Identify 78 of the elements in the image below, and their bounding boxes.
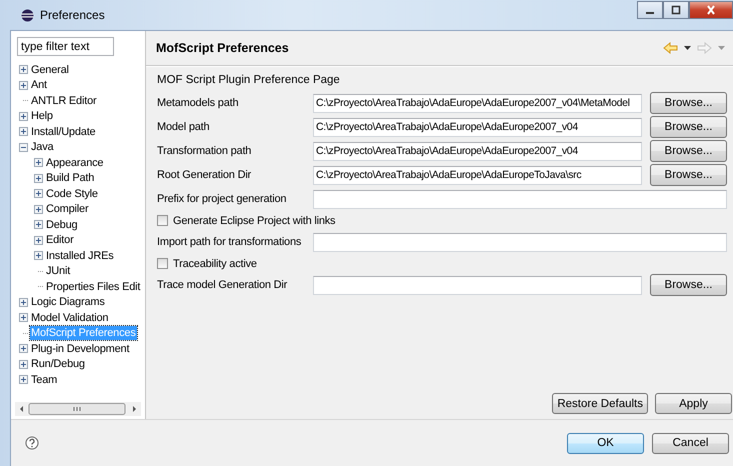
expand-icon[interactable] [19, 298, 28, 307]
expand-icon[interactable] [34, 236, 43, 245]
expand-icon[interactable] [19, 344, 28, 354]
tree-item[interactable]: Editor [45, 233, 75, 248]
minimize-button[interactable] [637, 1, 663, 19]
tree-item[interactable]: Code Style [45, 186, 99, 201]
tree-item[interactable]: Debug [45, 218, 78, 232]
expand-icon[interactable] [19, 80, 28, 90]
tree-item[interactable]: Installed JREs [45, 248, 115, 263]
browse-button[interactable]: Browse... [650, 164, 727, 186]
input-field[interactable]: C:\zProyecto\AreaTrabajo\AdaEurope\AdaEurope2007_v04 [313, 142, 642, 160]
tree-item[interactable]: Ant [30, 78, 48, 92]
field-label: Metamodels path [157, 96, 240, 110]
tree-item[interactable]: ANTLR Editor [30, 94, 98, 108]
dialog-button[interactable]: OK [567, 432, 644, 454]
browse-button[interactable]: Browse... [650, 274, 727, 296]
input-field[interactable] [313, 232, 727, 252]
close-button[interactable] [689, 1, 733, 19]
maximize-icon [671, 5, 681, 15]
field-label: Import path for transformations [157, 235, 302, 249]
tree-item[interactable]: Install/Update [30, 124, 96, 139]
expand-icon[interactable] [34, 251, 43, 260]
app-icon [21, 8, 34, 22]
minimize-icon [646, 12, 654, 14]
expand-icon[interactable] [34, 189, 43, 198]
field-label: Model path [157, 120, 210, 134]
expand-icon[interactable] [19, 360, 28, 369]
browse-button[interactable]: Browse... [650, 116, 727, 138]
field-label: Trace model Generation Dir [157, 278, 288, 292]
browse-button[interactable]: Browse... [650, 92, 727, 114]
expand-icon[interactable] [34, 158, 43, 168]
page-title: MofScript Preferences [156, 41, 290, 55]
page-button[interactable]: Apply [655, 393, 732, 414]
tree-item[interactable]: Plug-in Development [30, 342, 130, 356]
field-label: Root Generation Dir [157, 168, 252, 182]
input-field[interactable]: C:\zProyecto\AreaTrabajo\AdaEurope\AdaEuropeToJava\src [313, 166, 642, 184]
close-icon [706, 5, 716, 15]
input-field[interactable]: C:\zProyecto\AreaTrabajo\AdaEurope\AdaEurope2007_v04 [313, 118, 642, 136]
help-icon[interactable] [25, 436, 39, 450]
tree-item[interactable]: Run/Debug [30, 357, 86, 372]
expand-icon[interactable] [19, 127, 28, 136]
collapse-icon[interactable] [19, 142, 28, 152]
expand-icon[interactable] [34, 220, 43, 230]
checkbox-label[interactable]: Generate Eclipse Project with links [173, 214, 336, 228]
expand-icon[interactable] [34, 204, 43, 214]
checkbox-label[interactable]: Traceability active [173, 256, 257, 270]
dialog-button[interactable]: Cancel [652, 432, 729, 454]
tree-item[interactable]: General [30, 62, 70, 77]
input-field[interactable] [313, 190, 727, 208]
tree-item[interactable]: Model Validation [30, 310, 110, 325]
field-label: Prefix for project generation [157, 192, 288, 206]
tree-item[interactable]: Build Path [45, 171, 96, 186]
filter-field[interactable]: type filter text [17, 37, 114, 56]
tree-item[interactable]: Java [30, 140, 54, 154]
expand-icon[interactable] [19, 65, 28, 74]
checkbox[interactable] [157, 215, 168, 226]
caret-icon[interactable] [684, 46, 691, 50]
input-field[interactable] [313, 276, 642, 294]
expand-icon[interactable] [19, 313, 28, 322]
expand-icon[interactable] [19, 375, 28, 384]
tree-item[interactable]: JUnit [45, 264, 72, 278]
horizontal-scrollbar[interactable] [15, 402, 141, 416]
tree-item[interactable]: Compiler [45, 202, 90, 216]
expand-icon[interactable] [34, 174, 43, 183]
tree-item[interactable]: Appearance [45, 156, 104, 170]
field-label: Transformation path [157, 144, 252, 158]
checkbox[interactable] [157, 258, 168, 269]
input-field[interactable]: C:\zProyecto\AreaTrabajo\AdaEurope\AdaEurope2007_v04\MetaModel [313, 94, 642, 112]
browse-button[interactable]: Browse... [650, 140, 727, 162]
page-description: MOF Script Plugin Preference Page [157, 73, 341, 88]
tree-item[interactable]: Help [30, 109, 54, 124]
page-button[interactable]: Restore Defaults [552, 393, 648, 414]
expand-icon[interactable] [19, 112, 28, 121]
maximize-button[interactable] [663, 1, 689, 19]
tree-item[interactable]: Logic Diagrams [30, 295, 106, 310]
tree-item[interactable]: Team [30, 372, 58, 387]
tree-item[interactable]: Properties Files Edit [45, 280, 142, 294]
window-title: Preferences [40, 8, 105, 22]
